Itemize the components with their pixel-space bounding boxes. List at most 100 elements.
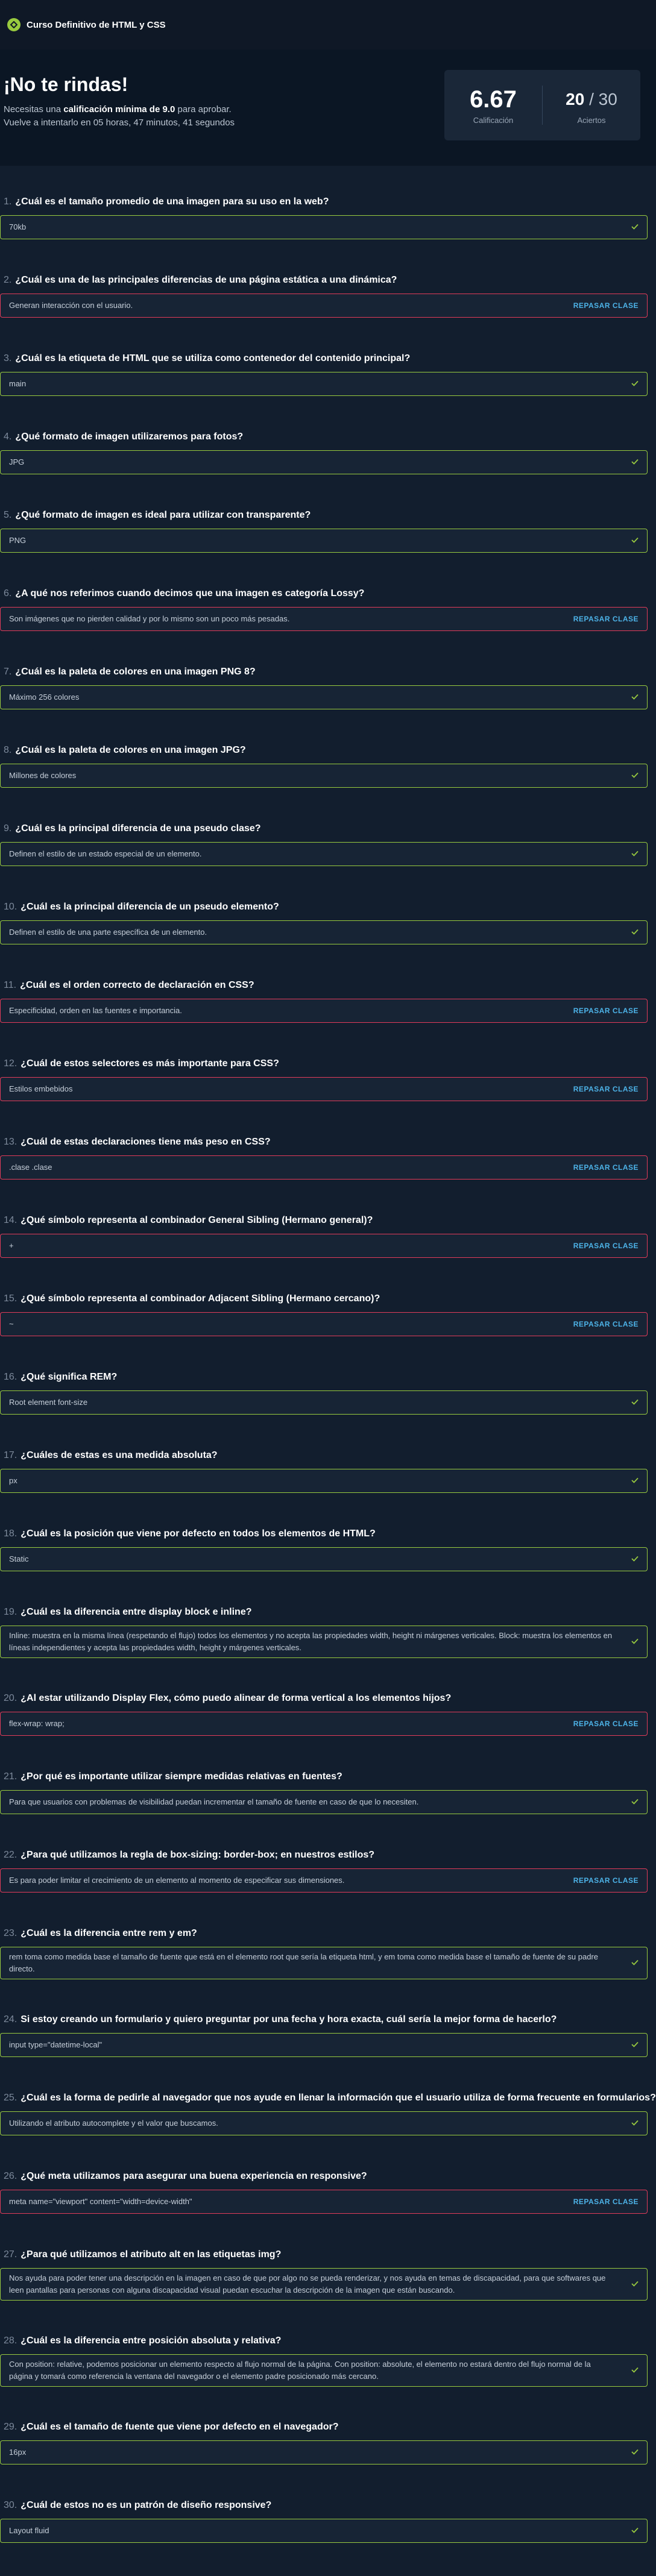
question-item: 2. ¿Cuál es una de las principales difere… [0, 272, 656, 351]
answer-text: main [9, 379, 27, 388]
question-item: 24. Si estoy creando un formulario y quie… [0, 2012, 656, 2090]
review-class-link[interactable]: REPASAR CLASE [573, 1720, 647, 1728]
question-label: ¿Cuál es la principal diferencia de un p… [20, 902, 279, 912]
answer-text: 70kb [9, 222, 27, 231]
answer-correct: rem toma como medida base el tamaño de f… [0, 1947, 648, 1979]
answer-correct: Nos ayuda para poder tener una descripci… [0, 2268, 648, 2301]
review-class-link[interactable]: REPASAR CLASE [573, 1242, 647, 1250]
check-icon [623, 1636, 647, 1647]
answer-text: PNG [9, 536, 27, 545]
question-item: 7. ¿Cuál es la paleta de colores en una i… [0, 664, 656, 743]
question-label: ¿Cuál de estos selectores es más importa… [20, 1058, 279, 1069]
question-text: 21. ¿Por qué es importante utilizar siemp… [4, 1771, 342, 1782]
review-class-link[interactable]: REPASAR CLASE [573, 1163, 647, 1172]
check-icon [623, 2279, 647, 2290]
question-text: 7. ¿Cuál es la paleta de colores en una i… [4, 667, 256, 677]
answer-wrong: Son imágenes que no pierden calidad y po… [0, 607, 648, 631]
question-item: 18. ¿Cuál es la posición que viene por de… [0, 1526, 656, 1604]
question-number: 10. [4, 902, 17, 912]
question-text: 27. ¿Para qué utilizamos el atributo alt … [4, 2249, 281, 2260]
check-icon [623, 535, 647, 546]
question-number: 21. [4, 1771, 17, 1782]
answer-text: Definen el estilo de un estado especial … [9, 849, 202, 858]
answer-text: flex-wrap: wrap; [9, 1719, 65, 1728]
answer-correct: JPG [0, 450, 648, 474]
review-class-link[interactable]: REPASAR CLASE [573, 615, 647, 623]
question-item: 30. ¿Cuál de estos no es un patrón de dis… [0, 2498, 656, 2576]
answer-correct: Root element font-size [0, 1390, 648, 1415]
question-item: 10. ¿Cuál es la principal diferencia de u… [0, 899, 656, 978]
question-item: 6. ¿A qué nos referimos cuando decimos qu… [0, 586, 656, 664]
question-item: 14. ¿Qué símbolo representa al combinador… [0, 1213, 656, 1291]
retry-countdown: 05 horas, 47 minutos, 41 segundos [93, 118, 235, 128]
question-label: ¿Al estar utilizando Display Flex, cómo … [20, 1693, 452, 1703]
top-bar: Curso Definitivo de HTML y CSS [0, 0, 656, 49]
course-title[interactable]: Curso Definitivo de HTML y CSS [27, 20, 166, 30]
question-label: ¿Cuál es la etiqueta de HTML que se util… [15, 353, 411, 363]
question-label: ¿Qué formato de imagen utilizaremos para… [15, 432, 244, 442]
retry-text: Vuelve a intentarlo en 05 horas, 47 minu… [4, 118, 235, 128]
review-class-link[interactable]: REPASAR CLASE [573, 1320, 647, 1328]
question-item: 15. ¿Qué símbolo representa al combinador… [0, 1291, 656, 1369]
question-label: ¿Cuál es la diferencia entre posición ab… [20, 2336, 282, 2346]
question-item: 22. ¿Para qué utilizamos la regla de box-… [0, 1847, 656, 1926]
question-item: 5. ¿Qué formato de imagen es ideal para u… [0, 507, 656, 586]
question-label: ¿Qué símbolo representa al combinador Ad… [20, 1293, 380, 1304]
answer-text: 16px [9, 2448, 27, 2457]
question-text: 12. ¿Cuál de estos selectores es más impo… [4, 1058, 279, 1069]
answer-correct: Inline: muestra en la misma línea (respe… [0, 1626, 648, 1658]
answer-text: Nos ayuda para poder tener una descripci… [9, 2273, 606, 2295]
question-item: 23. ¿Cuál es la diferencia entre rem y em… [0, 1926, 656, 2012]
question-label: ¿Cuál es la diferencia entre display blo… [20, 1607, 252, 1617]
review-class-link[interactable]: REPASAR CLASE [573, 1876, 647, 1885]
answer-wrong: Estilos embebidos REPASAR CLASE [0, 1077, 648, 1101]
answer-wrong: flex-wrap: wrap; REPASAR CLASE [0, 1712, 648, 1736]
question-item: 1. ¿Cuál es el tamaño promedio de una ima… [0, 194, 656, 272]
question-label: ¿Cuál es la diferencia entre rem y em? [20, 1928, 197, 1938]
question-number: 1. [4, 196, 12, 207]
answer-text: Static [9, 1554, 29, 1563]
question-number: 19. [4, 1607, 17, 1617]
result-title: ¡No te rindas! [4, 74, 128, 95]
review-class-link[interactable]: REPASAR CLASE [573, 1085, 647, 1093]
question-text: 20. ¿Al estar utilizando Display Flex, có… [4, 1693, 451, 1704]
hits-block: 20 / 30 Aciertos [542, 86, 640, 125]
platzi-logo-icon[interactable] [7, 18, 20, 31]
question-text: 26. ¿Qué meta utilizamos para asegurar un… [4, 2171, 367, 2182]
question-item: 16. ¿Qué significa REM? Root element font-… [0, 1369, 656, 1448]
answer-text: Millones de colores [9, 771, 77, 780]
result-hero: ¡No te rindas! Necesitas una calificació… [0, 49, 656, 166]
question-item: 25. ¿Cuál es la forma de pedirle al naveg… [0, 2090, 656, 2169]
question-label: ¿Cuál es la paleta de colores en una ima… [15, 745, 246, 755]
question-list: 1. ¿Cuál es el tamaño promedio de una ima… [0, 166, 656, 2576]
answer-text: Utilizando el atributo autocomplete y el… [9, 2119, 218, 2128]
hits-label: Aciertos [577, 116, 606, 125]
review-class-link[interactable]: REPASAR CLASE [573, 301, 647, 310]
check-icon [623, 2525, 647, 2536]
question-item: 13. ¿Cuál de estas declaraciones tiene má… [0, 1134, 656, 1213]
check-icon [623, 927, 647, 938]
check-icon [623, 849, 647, 859]
question-number: 24. [4, 2014, 17, 2025]
answer-correct: Para que usuarios con problemas de visib… [0, 1790, 648, 1814]
question-text: 30. ¿Cuál de estos no es un patrón de dis… [4, 2500, 271, 2511]
question-label: ¿A qué nos referimos cuando decimos que … [15, 588, 365, 598]
question-number: 7. [4, 667, 12, 677]
review-class-link[interactable]: REPASAR CLASE [573, 2197, 647, 2206]
question-number: 2. [4, 275, 12, 285]
answer-text: Root element font-size [9, 1398, 88, 1407]
question-label: ¿Cuál es la forma de pedirle al navegado… [20, 2093, 656, 2103]
question-text: 25. ¿Cuál es la forma de pedirle al naveg… [4, 2093, 656, 2103]
question-label: ¿Cuál es una de las principales diferenc… [15, 275, 397, 285]
question-text: 24. Si estoy creando un formulario y quie… [4, 2014, 557, 2025]
question-number: 26. [4, 2171, 17, 2181]
question-number: 30. [4, 2500, 17, 2510]
answer-wrong: + REPASAR CLASE [0, 1234, 648, 1258]
answer-correct: Millones de colores [0, 764, 648, 788]
question-label: ¿Qué símbolo representa al combinador Ge… [20, 1215, 373, 1225]
answer-text: px [9, 1476, 17, 1485]
question-item: 8. ¿Cuál es la paleta de colores en una i… [0, 743, 656, 821]
question-number: 4. [4, 432, 12, 442]
question-item: 20. ¿Al estar utilizando Display Flex, có… [0, 1691, 656, 1769]
review-class-link[interactable]: REPASAR CLASE [573, 1007, 647, 1015]
